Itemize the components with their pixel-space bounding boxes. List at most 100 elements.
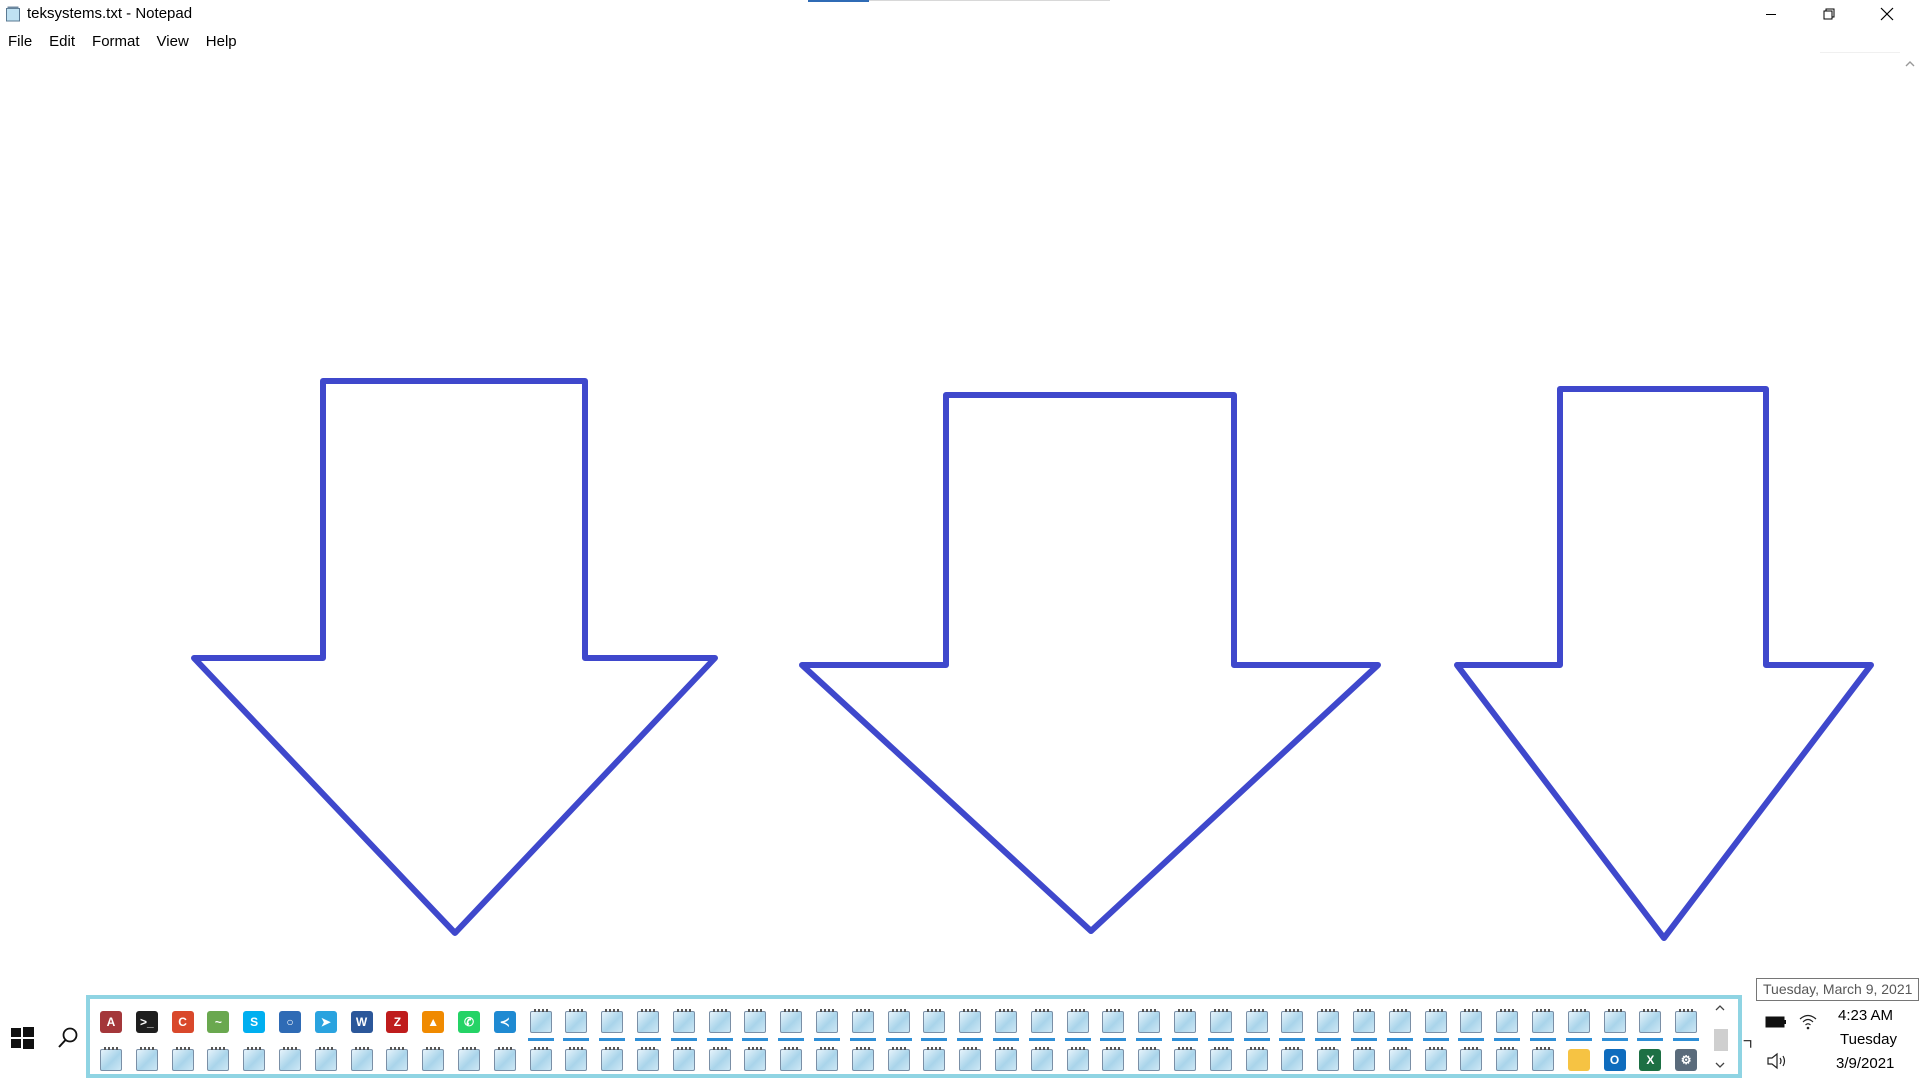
filezilla-icon[interactable]: Z: [386, 1011, 409, 1033]
notepad-taskbar-icon[interactable]: [672, 1047, 695, 1071]
notepad-taskbar-icon[interactable]: [1532, 1047, 1554, 1071]
notepad-taskbar-icon[interactable]: [1675, 1009, 1698, 1033]
notepad-taskbar-icon[interactable]: [780, 1009, 803, 1033]
notepad-taskbar-icon[interactable]: [1174, 1047, 1196, 1071]
notepad-taskbar-icon[interactable]: [171, 1047, 194, 1071]
taskbar-scroll-thumb[interactable]: [1714, 1029, 1728, 1051]
notepad-taskbar-icon[interactable]: [672, 1009, 695, 1033]
outlook-icon[interactable]: O: [1603, 1049, 1626, 1071]
clock-time[interactable]: 4:23 AM: [1838, 1007, 1920, 1024]
notepad-taskbar-icon[interactable]: [565, 1047, 588, 1071]
notepad-taskbar-icon[interactable]: [1066, 1047, 1089, 1071]
show-hidden-icons-button[interactable]: [1742, 1032, 1758, 1048]
folder-icon[interactable]: [1567, 1049, 1590, 1071]
notepad-taskbar-icon[interactable]: [565, 1009, 588, 1033]
notepad-taskbar-icon[interactable]: [1138, 1009, 1161, 1033]
notepad-taskbar-icon[interactable]: [1030, 1047, 1053, 1071]
notepad-taskbar-icon[interactable]: [1102, 1009, 1125, 1033]
notepad-taskbar-icon[interactable]: [1353, 1009, 1375, 1033]
notepad-taskbar-icon[interactable]: [816, 1009, 838, 1033]
notepad-taskbar-icon[interactable]: [1138, 1047, 1161, 1071]
whatsapp-icon[interactable]: ✆: [458, 1011, 480, 1033]
notepad-taskbar-icon[interactable]: [708, 1047, 731, 1071]
notepad-taskbar-icon[interactable]: [1388, 1047, 1411, 1071]
notepad-taskbar-icon[interactable]: [100, 1047, 122, 1071]
clock-date[interactable]: 3/9/2021: [1836, 1055, 1920, 1072]
notepad-taskbar-icon[interactable]: [887, 1047, 910, 1071]
notepad-taskbar-icon[interactable]: [923, 1009, 946, 1033]
notepad-taskbar-icon[interactable]: [1030, 1009, 1053, 1033]
notepad-taskbar-icon[interactable]: [601, 1009, 624, 1033]
skype-icon[interactable]: S: [243, 1011, 266, 1033]
notepad-taskbar-icon[interactable]: [1102, 1047, 1125, 1071]
notepad-taskbar-icon[interactable]: [422, 1047, 445, 1071]
notepad-taskbar-icon[interactable]: [279, 1047, 301, 1071]
notepad-taskbar-icon[interactable]: [601, 1047, 624, 1071]
chat-icon[interactable]: ○: [279, 1011, 301, 1033]
volume-button[interactable]: [1764, 1050, 1790, 1072]
notepad-taskbar-icon[interactable]: [1639, 1009, 1662, 1033]
notepad-taskbar-icon[interactable]: [744, 1009, 767, 1033]
notepad-taskbar-icon[interactable]: [1353, 1047, 1375, 1071]
notepad-taskbar-icon[interactable]: [1209, 1047, 1232, 1071]
notepad-taskbar-icon[interactable]: [1317, 1009, 1340, 1033]
notepad-taskbar-icon[interactable]: [887, 1009, 910, 1033]
notepad-taskbar-icon[interactable]: [1066, 1009, 1089, 1033]
notepad-taskbar-icon[interactable]: [386, 1047, 409, 1071]
notepad-taskbar-icon[interactable]: [1496, 1009, 1519, 1033]
control-panel-icon[interactable]: ⚙: [1675, 1049, 1698, 1071]
ccleaner-icon[interactable]: C: [171, 1011, 194, 1033]
notepad-taskbar-icon[interactable]: [1245, 1009, 1268, 1033]
notepad-taskbar-icon[interactable]: [458, 1047, 480, 1071]
notepad-taskbar-icon[interactable]: [851, 1047, 874, 1071]
notepad-taskbar-icon[interactable]: [529, 1047, 552, 1071]
notepad-taskbar-icon[interactable]: [1532, 1009, 1554, 1033]
notepad-taskbar-icon[interactable]: [1245, 1047, 1268, 1071]
notepad-taskbar-icon[interactable]: [350, 1047, 373, 1071]
network-button[interactable]: [1796, 1010, 1820, 1034]
notepad-taskbar-icon[interactable]: [1460, 1009, 1483, 1033]
word-icon[interactable]: W: [350, 1011, 373, 1033]
notepad-taskbar-icon[interactable]: [959, 1009, 982, 1033]
notepad-taskbar-icon[interactable]: [744, 1047, 767, 1071]
notepad-taskbar-icon[interactable]: [314, 1047, 337, 1071]
notepad-taskbar-icon[interactable]: [816, 1047, 838, 1071]
excel-icon[interactable]: X: [1639, 1049, 1662, 1071]
notepad-taskbar-icon[interactable]: [923, 1047, 946, 1071]
notepad-taskbar-icon[interactable]: [1209, 1009, 1232, 1033]
notepad-taskbar-icon[interactable]: [1496, 1047, 1519, 1071]
notepad-taskbar-icon[interactable]: [1460, 1047, 1483, 1071]
vlc-icon[interactable]: ▲: [422, 1011, 445, 1033]
notepad-taskbar-icon[interactable]: [529, 1009, 552, 1033]
notepad-taskbar-icon[interactable]: [135, 1047, 158, 1071]
notepad-taskbar-icon[interactable]: [493, 1047, 516, 1071]
notepad-taskbar-icon[interactable]: [637, 1009, 659, 1033]
notepad-taskbar-icon[interactable]: [1281, 1009, 1304, 1033]
notepad-taskbar-icon[interactable]: [851, 1009, 874, 1033]
notepad-taskbar-icon[interactable]: [243, 1047, 266, 1071]
notepad-taskbar-icon[interactable]: [1603, 1009, 1626, 1033]
notepad-taskbar-icon[interactable]: [780, 1047, 803, 1071]
notepad-taskbar-icon[interactable]: [1174, 1009, 1196, 1033]
notepad-taskbar-icon[interactable]: [1281, 1047, 1304, 1071]
notepad-taskbar-icon[interactable]: [1388, 1009, 1411, 1033]
terminal-icon[interactable]: >_: [135, 1011, 158, 1033]
access-icon[interactable]: A: [100, 1011, 122, 1033]
start-button[interactable]: [6, 1022, 38, 1054]
telegram-icon[interactable]: ➤: [314, 1011, 337, 1033]
notepad-taskbar-icon[interactable]: [637, 1047, 659, 1071]
notepad-taskbar-icon[interactable]: [995, 1009, 1017, 1033]
clock-day[interactable]: Tuesday: [1840, 1031, 1920, 1048]
notepad-taskbar-icon[interactable]: [1567, 1009, 1590, 1033]
notepad-taskbar-icon[interactable]: [959, 1047, 982, 1071]
notepad-taskbar-icon[interactable]: [207, 1047, 230, 1071]
notepad-taskbar-icon[interactable]: [1424, 1047, 1447, 1071]
chart-icon[interactable]: ~: [207, 1011, 230, 1033]
notepad-taskbar-icon[interactable]: [1424, 1009, 1447, 1033]
search-button[interactable]: [52, 1022, 84, 1054]
battery-button[interactable]: [1764, 1012, 1788, 1032]
notepad-taskbar-icon[interactable]: [708, 1009, 731, 1033]
notepad-taskbar-icon[interactable]: [995, 1047, 1017, 1071]
notepad-taskbar-icon[interactable]: [1317, 1047, 1340, 1071]
vscode-icon[interactable]: ≺: [493, 1011, 516, 1033]
